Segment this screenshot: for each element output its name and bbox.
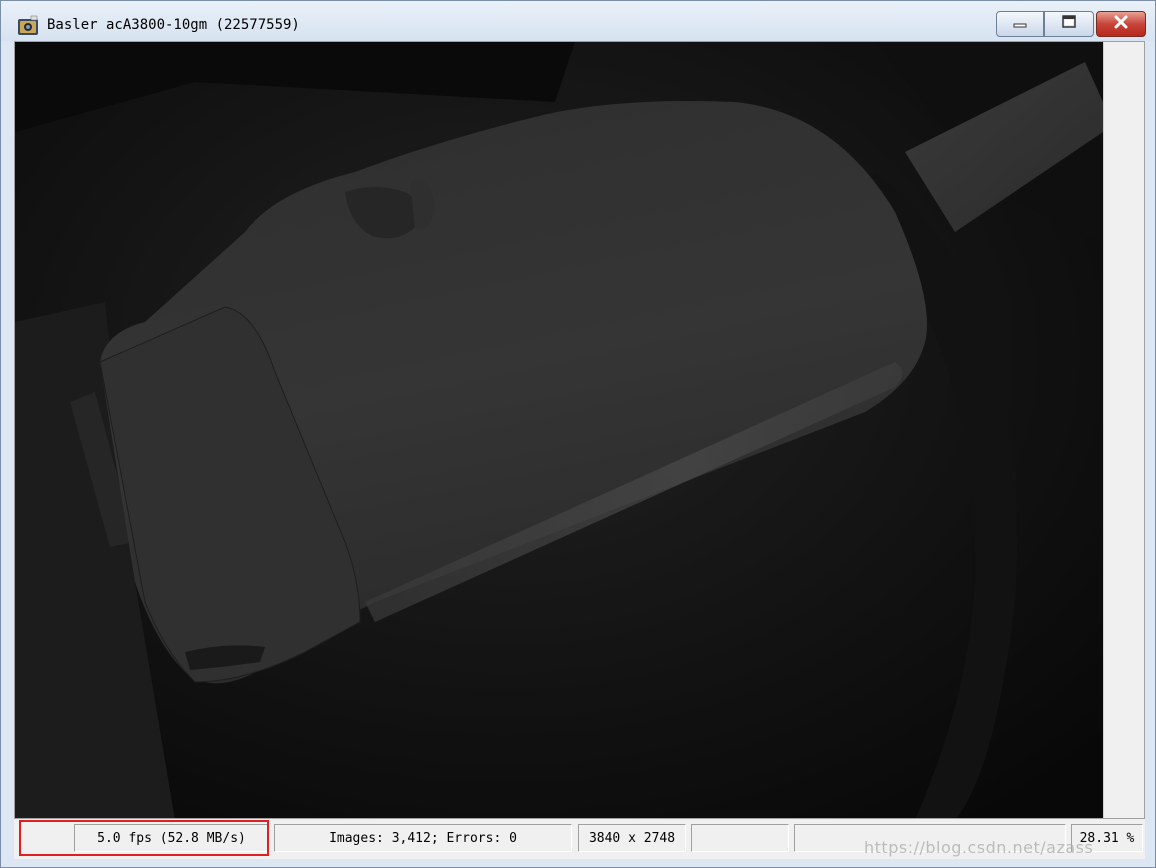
- side-panel: [1103, 42, 1144, 818]
- minimize-button[interactable]: [996, 11, 1044, 37]
- status-resolution: 3840 x 2748: [578, 824, 686, 852]
- camera-frame-image: [15, 42, 1103, 818]
- maximize-button[interactable]: [1044, 11, 1094, 37]
- title-bar[interactable]: Basler acA3800-10gm (22577559): [1, 1, 1155, 41]
- window-title: Basler acA3800-10gm (22577559): [47, 17, 300, 33]
- status-images-errors: Images: 3,412; Errors: 0: [274, 824, 572, 852]
- maximize-icon: [1061, 14, 1077, 34]
- camera-window: Basler acA3800-10gm (22577559) 5.0 fps (…: [0, 0, 1156, 868]
- watermark-text: https://blog.csdn.net/azass: [864, 838, 1094, 857]
- close-icon: [1113, 15, 1129, 34]
- frame-rate-highlight-box: [19, 820, 269, 856]
- close-button[interactable]: [1096, 11, 1146, 37]
- camera-app-icon[interactable]: [17, 15, 39, 37]
- status-empty-pane-1: [691, 824, 789, 852]
- camera-image-view[interactable]: [15, 42, 1103, 818]
- minimize-icon: [1012, 15, 1028, 33]
- image-client-area: [14, 41, 1145, 819]
